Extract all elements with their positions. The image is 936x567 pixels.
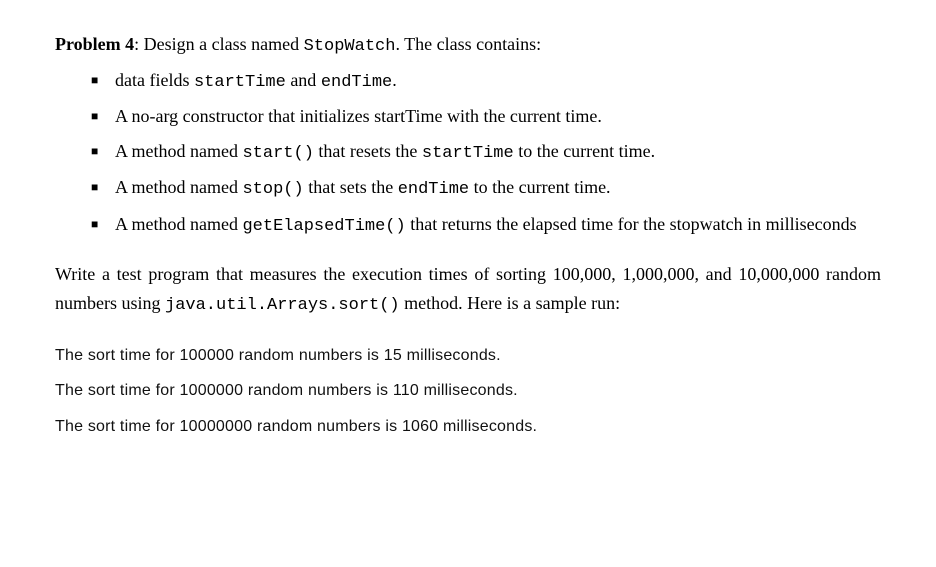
sample-output: The sort time for 100000 random numbers … — [55, 343, 881, 440]
text-segment: and — [286, 70, 321, 90]
text-segment: A method named — [115, 177, 242, 197]
text-segment: that resets the — [314, 141, 422, 161]
header-intro-pre: : Design a class named — [134, 34, 303, 54]
list-item: data fields startTime and endTime. — [91, 66, 881, 96]
code-text: getElapsedTime() — [242, 217, 405, 236]
problem-header: Problem 4: Design a class named StopWatc… — [55, 30, 881, 60]
text-segment: data fields — [115, 70, 194, 90]
code-text: endTime — [321, 73, 392, 92]
text-segment: A method named — [115, 214, 242, 234]
text-segment: A method named — [115, 141, 242, 161]
test-post: method. Here is a sample run: — [400, 293, 620, 313]
text-segment: that sets the — [304, 177, 398, 197]
list-item: A method named stop() that sets the endT… — [91, 173, 881, 203]
test-paragraph: Write a test program that measures the e… — [55, 260, 881, 319]
output-line: The sort time for 1000000 random numbers… — [55, 378, 881, 404]
text-segment: that returns the elapsed time for the st… — [406, 214, 857, 234]
list-item: A no-arg constructor that initializes st… — [91, 102, 881, 131]
text-segment: . — [392, 70, 397, 90]
problem-label: Problem 4 — [55, 34, 134, 54]
text-segment: A no-arg constructor that initializes st… — [115, 106, 602, 126]
header-classname: StopWatch — [304, 37, 396, 56]
output-line: The sort time for 100000 random numbers … — [55, 343, 881, 369]
test-code: java.util.Arrays.sort() — [165, 296, 400, 315]
output-line: The sort time for 10000000 random number… — [55, 414, 881, 440]
code-text: stop() — [242, 180, 303, 199]
requirements-list: data fields startTime and endTime. A no-a… — [91, 66, 881, 240]
text-segment: to the current time. — [514, 141, 655, 161]
list-item: A method named start() that resets the s… — [91, 137, 881, 167]
header-intro-post: . The class contains: — [395, 34, 541, 54]
code-text: startTime — [422, 144, 514, 163]
text-segment: to the current time. — [469, 177, 610, 197]
code-text: startTime — [194, 73, 286, 92]
code-text: start() — [242, 144, 313, 163]
list-item: A method named getElapsedTime() that ret… — [91, 210, 881, 240]
code-text: endTime — [398, 180, 469, 199]
